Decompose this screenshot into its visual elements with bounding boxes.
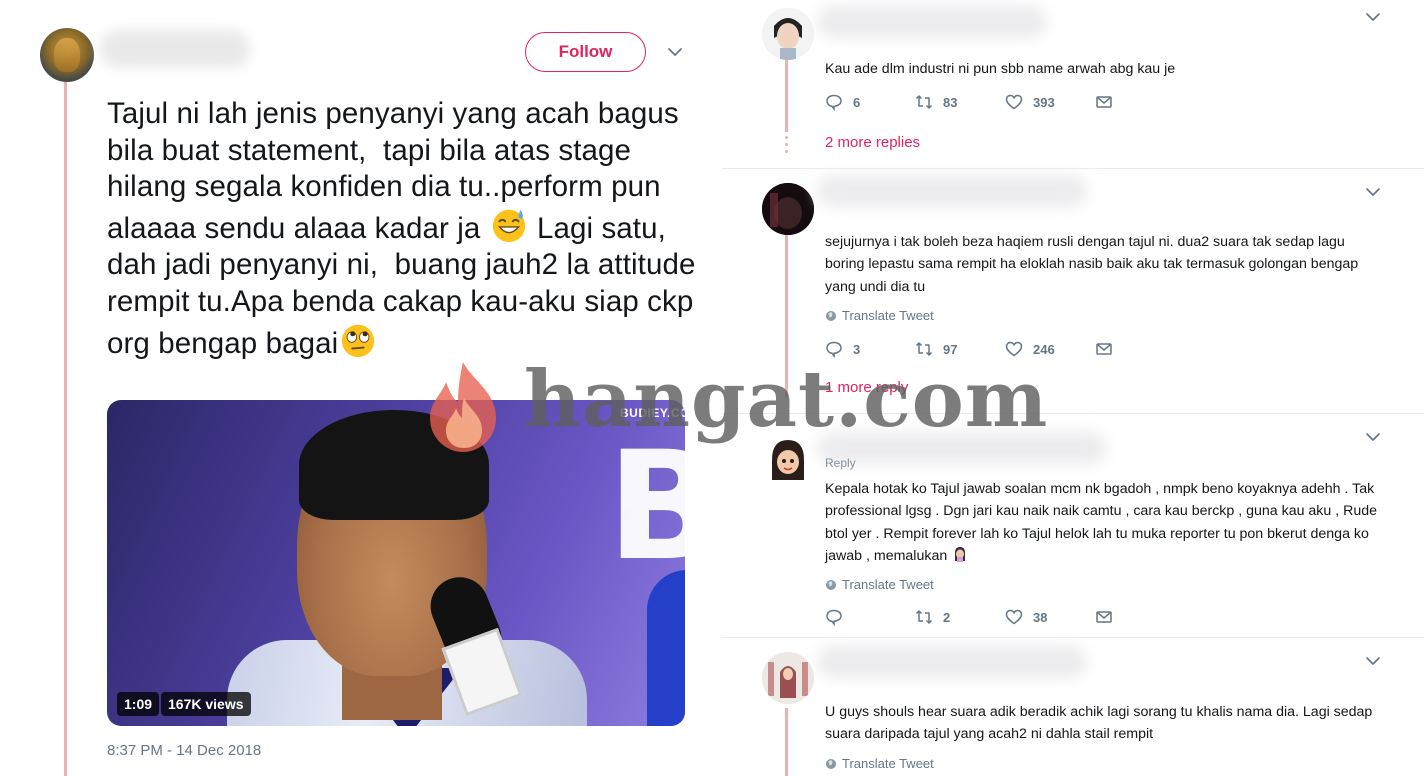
dm-action[interactable] <box>1095 93 1113 111</box>
thread-line <box>785 708 788 776</box>
avatar[interactable] <box>40 28 94 82</box>
like-action[interactable]: 38 <box>1005 608 1047 626</box>
follow-button[interactable]: Follow <box>525 32 646 72</box>
comment-icon <box>826 609 842 626</box>
reply-text: Kepala hotak ko Tajul jawab soalan mcm n… <box>825 478 1385 568</box>
blurred-username <box>100 30 250 68</box>
chevron-down-icon[interactable] <box>1364 428 1382 446</box>
avatar[interactable] <box>762 434 814 486</box>
reply-actions: 3 97 246 <box>825 340 1125 360</box>
more-replies-link[interactable]: 1 more reply <box>825 379 908 396</box>
thread-line <box>785 233 788 397</box>
reply-item[interactable]: Kau ade dlm industri ni pun sbb name arw… <box>722 0 1424 168</box>
thread-line <box>64 82 67 776</box>
blurred-username <box>817 432 1107 464</box>
sweat-smile-emoji-icon <box>492 209 525 242</box>
reply-text-body: Kepala hotak ko Tajul jawab soalan mcm n… <box>825 481 1378 565</box>
like-action[interactable]: 246 <box>1005 340 1055 358</box>
translate-label: Translate Tweet <box>842 577 934 592</box>
blurred-username <box>817 175 1087 207</box>
avatar[interactable] <box>762 652 814 704</box>
like-count: 38 <box>1033 609 1048 625</box>
comment-action[interactable]: 3 <box>825 340 860 358</box>
like-action[interactable]: 393 <box>1005 93 1055 111</box>
chevron-down-icon[interactable] <box>1364 8 1382 26</box>
comment-count: 6 <box>853 94 861 110</box>
rolling-eyes-emoji-icon <box>342 324 375 357</box>
envelope-icon <box>1096 343 1112 355</box>
translate-tweet-link[interactable]: Translate Tweet <box>825 756 934 771</box>
reply-actions: 6 83 393 <box>825 93 1125 113</box>
translate-tweet-link[interactable]: Translate Tweet <box>825 308 934 323</box>
video-duration-badge: 1:09 <box>117 692 160 716</box>
chevron-down-icon[interactable] <box>1364 652 1382 670</box>
like-count: 246 <box>1033 341 1055 357</box>
globe-icon <box>826 310 836 321</box>
partial-reply-label: Reply <box>825 456 856 470</box>
thread-dots <box>785 136 788 157</box>
globe-icon <box>826 579 836 590</box>
translate-label: Translate Tweet <box>842 308 934 323</box>
heart-icon <box>1005 341 1023 357</box>
video-channel-watermark: BUDIEY.COM <box>620 406 685 420</box>
dm-action[interactable] <box>1095 340 1113 358</box>
thread-line <box>785 60 788 132</box>
translate-label: Translate Tweet <box>842 756 934 771</box>
avatar[interactable] <box>762 8 814 60</box>
reply-actions: 2 38 <box>825 608 1125 628</box>
retweet-action[interactable]: 83 <box>915 93 957 111</box>
more-replies-link[interactable]: 2 more replies <box>825 134 920 151</box>
retweet-count: 83 <box>943 94 958 110</box>
comment-icon <box>826 94 842 111</box>
reply-text: U guys shouls hear suara adik beradik ac… <box>825 704 1373 743</box>
retweet-icon <box>915 610 933 624</box>
replies-panel: Kau ade dlm industri ni pun sbb name arw… <box>722 0 1424 776</box>
avatar[interactable] <box>762 183 814 235</box>
video-bg-letter: B <box>607 420 685 594</box>
comment-icon <box>826 341 842 358</box>
video-views-badge: 167K views <box>161 692 251 716</box>
retweet-icon <box>915 95 933 109</box>
retweet-action[interactable]: 2 <box>915 608 950 626</box>
reply-text: sejujurnya i tak boleh beza haqiem rusli… <box>825 234 1359 295</box>
comment-count: 3 <box>853 341 861 357</box>
blurred-username <box>817 646 1087 678</box>
facepalm-emoji-icon <box>955 547 966 563</box>
comment-action[interactable]: 6 <box>825 93 860 111</box>
chevron-down-icon[interactable] <box>1364 183 1382 201</box>
video-person-hair <box>299 410 489 520</box>
tweet-timestamp[interactable]: 8:37 PM - 14 Dec 2018 <box>107 742 261 759</box>
reply-text: Kau ade dlm industri ni pun sbb name arw… <box>825 61 1176 77</box>
video-player[interactable]: B BUDIEY.COM 1:09 167K views <box>107 400 685 726</box>
blurred-username <box>817 6 1047 38</box>
main-tweet: Follow Tajul ni lah jenis penyanyi yang … <box>0 0 722 776</box>
globe-icon <box>826 758 836 769</box>
comment-action[interactable] <box>825 608 853 626</box>
dm-action[interactable] <box>1095 608 1113 626</box>
reply-item[interactable]: sejujurnya i tak boleh beza haqiem rusli… <box>722 169 1424 413</box>
retweet-count: 2 <box>943 609 951 625</box>
retweet-icon <box>915 342 933 356</box>
translate-tweet-link[interactable]: Translate Tweet <box>825 577 934 592</box>
chevron-down-icon[interactable] <box>665 42 685 62</box>
retweet-count: 97 <box>943 341 958 357</box>
envelope-icon <box>1096 96 1112 108</box>
reply-item[interactable]: U guys shouls hear suara adik beradik ac… <box>722 638 1424 776</box>
heart-icon <box>1005 94 1023 110</box>
envelope-icon <box>1096 611 1112 623</box>
heart-icon <box>1005 609 1023 625</box>
retweet-action[interactable]: 97 <box>915 340 957 358</box>
reply-item[interactable]: Reply Kepala hotak ko Tajul jawab soalan… <box>722 414 1424 637</box>
tweet-text: Tajul ni lah jenis penyanyi yang acah ba… <box>107 96 707 362</box>
like-count: 393 <box>1033 94 1055 110</box>
